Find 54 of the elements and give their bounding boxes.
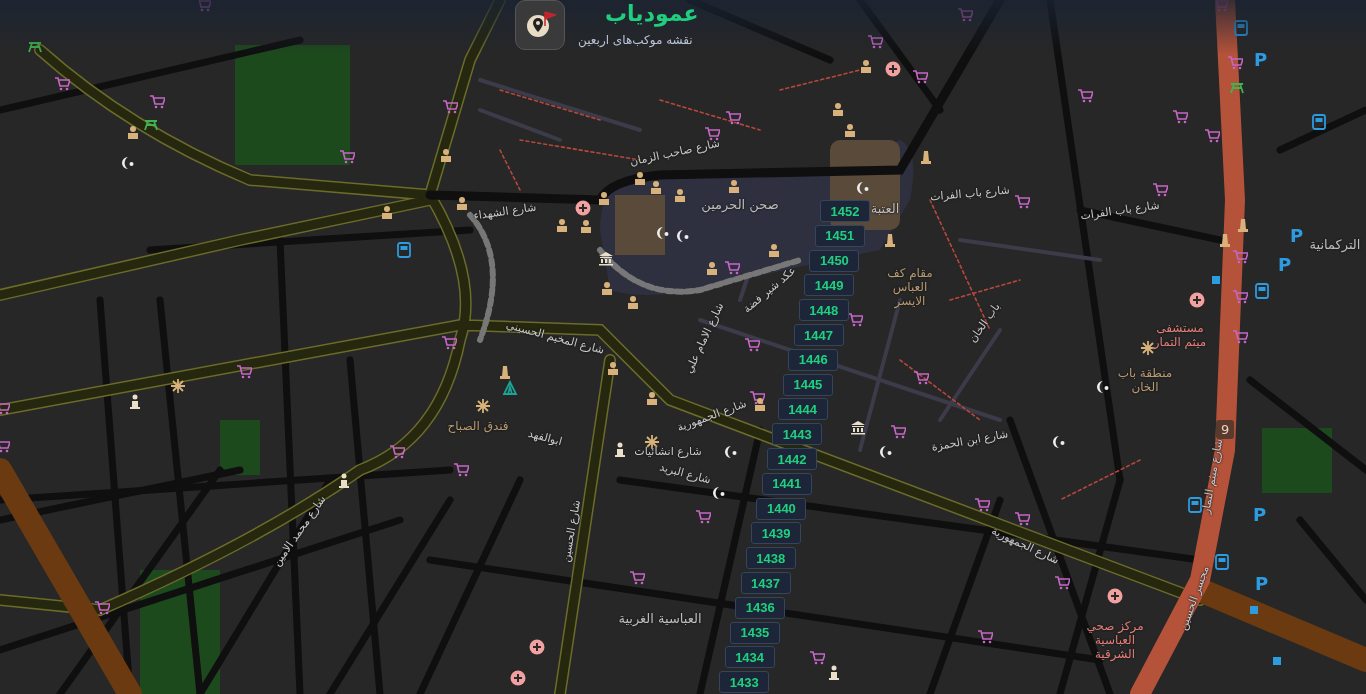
place-label: منطقة باب الخان <box>1116 367 1174 395</box>
street-label: شارع باب الفرات <box>1079 199 1161 224</box>
mawkib-marker[interactable]: 1439 <box>751 522 802 545</box>
mawkib-marker[interactable]: 1441 <box>761 472 812 495</box>
mawkib-marker[interactable]: 1450 <box>809 249 860 272</box>
mawkib-marker[interactable]: 1446 <box>788 348 839 371</box>
parking-sign: P <box>1255 575 1269 593</box>
mawkib-marker[interactable]: 1448 <box>798 299 849 322</box>
route-shield: 9 <box>1216 420 1235 439</box>
mawkib-marker[interactable]: 1440 <box>756 497 807 520</box>
place-label: مقام كف العباس الايسر <box>886 267 934 309</box>
street-label: شارع ميثم التمار <box>1200 437 1226 515</box>
app-title: عمودياب <box>605 2 699 27</box>
street-label: باب الخان <box>966 301 1004 346</box>
mawkib-marker[interactable]: 1435 <box>729 621 780 644</box>
street-label: شارع الامام علي <box>683 301 727 376</box>
street-label: شارع الجمهورية <box>989 525 1061 568</box>
mawkib-marker[interactable]: 1447 <box>793 324 844 346</box>
street-label: شارع صاحب الزمان <box>628 137 722 169</box>
mawkib-marker[interactable]: 1438 <box>745 547 796 570</box>
clinic-label: مركز صحي العباسية الشرقية <box>1085 620 1145 662</box>
street-label: شارع محمد الامين <box>270 493 330 570</box>
mawkib-marker[interactable]: 1444 <box>777 398 828 421</box>
parking-sign: P <box>1290 227 1304 245</box>
mawkib-marker[interactable]: 1434 <box>724 646 775 669</box>
street-label: شارع المخيم الحسيني <box>504 319 606 358</box>
street-label: مجسر الحسين <box>1177 564 1213 633</box>
clinic-label: مستشفى ميثم التمار <box>1152 322 1208 350</box>
street-label: شارع الجمهورية <box>675 397 749 435</box>
street-label: شارع البريد <box>657 461 713 488</box>
street-label: شارع الحسين <box>560 499 584 564</box>
parking-sign: P <box>1278 256 1292 274</box>
place-label: فندق الصباح <box>446 420 510 434</box>
place-label: التركمانية <box>1308 238 1362 253</box>
place-label: صحن الحرمين <box>700 198 780 213</box>
street-label: ابوالفهد <box>526 427 564 449</box>
mawkib-marker[interactable]: 1449 <box>804 274 855 297</box>
mawkib-marker[interactable]: 1436 <box>735 596 786 619</box>
parking-sign: P <box>1253 506 1267 524</box>
place-label: العتبة <box>869 202 901 217</box>
place-label: العباسية الغربية <box>617 612 703 627</box>
street-label: شارع الشهداء <box>472 201 538 223</box>
app-subtitle: نقشه موکب‌های اربعین <box>578 33 693 47</box>
mawkib-marker[interactable]: 1437 <box>740 572 791 594</box>
mawkib-marker[interactable]: 1443 <box>772 423 823 446</box>
street-label: شارع انشائيات <box>634 446 702 459</box>
mawkib-marker[interactable]: 1445 <box>782 373 833 396</box>
mawkib-marker[interactable]: 1433 <box>719 671 770 694</box>
street-label: شارع باب الفرات <box>929 184 1011 205</box>
parking-sign: P <box>1254 51 1268 69</box>
street-label: عكد شير فضة <box>741 264 799 316</box>
mawkib-marker[interactable]: 1452 <box>820 200 870 222</box>
mawkib-marker[interactable]: 1442 <box>767 448 817 470</box>
street-label: شارع ابن الحمزة <box>930 428 1010 455</box>
